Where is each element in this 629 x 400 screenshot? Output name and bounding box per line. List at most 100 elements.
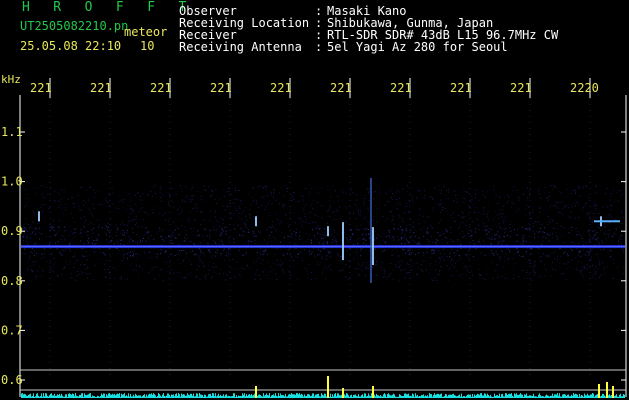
noise-dot [450, 226, 452, 228]
level-bar [236, 395, 237, 398]
noise-dot [22, 240, 24, 242]
noise-dot [84, 264, 86, 266]
level-bar [387, 394, 388, 398]
noise-dot [92, 232, 94, 234]
noise-dot [64, 226, 66, 228]
noise-dot [250, 240, 252, 242]
noise-dot [46, 260, 48, 262]
noise-dot [433, 250, 435, 252]
noise-dot [409, 270, 411, 272]
noise-dot [119, 277, 121, 279]
noise-dot [295, 231, 297, 233]
noise-dot [549, 221, 551, 223]
level-bar [363, 396, 364, 398]
noise-dot [420, 264, 422, 266]
noise-dot [560, 192, 562, 194]
noise-dot [598, 242, 600, 244]
noise-dot [526, 228, 528, 230]
noise-dot [477, 211, 479, 213]
level-bar [357, 396, 358, 398]
level-bar [355, 394, 356, 398]
level-bar [564, 394, 565, 398]
level-bar [229, 396, 230, 398]
noise-dot [70, 273, 72, 275]
noise-dot [497, 202, 499, 204]
noise-dot [327, 241, 329, 243]
noise-dot [503, 240, 505, 242]
noise-dot [368, 199, 370, 201]
level-bar [616, 394, 617, 398]
noise-dot [356, 228, 358, 230]
noise-dot [393, 236, 395, 238]
noise-dot [308, 222, 310, 224]
level-bar [157, 396, 158, 398]
noise-dot [99, 251, 101, 253]
noise-dot [156, 233, 158, 235]
noise-dot [505, 215, 507, 217]
noise-dot [120, 223, 122, 225]
noise-dot [505, 248, 507, 250]
noise-dot [159, 227, 161, 229]
noise-dot [357, 272, 359, 274]
noise-dot [517, 228, 519, 230]
level-bar [483, 395, 484, 398]
noise-dot [193, 242, 195, 244]
noise-dot [239, 205, 241, 207]
noise-dot [447, 191, 449, 193]
noise-dot [555, 187, 557, 189]
noise-dot [249, 267, 251, 269]
noise-dot [32, 252, 34, 254]
noise-dot [227, 251, 229, 253]
noise-dot [264, 208, 266, 210]
level-bar [292, 394, 293, 398]
noise-dot [590, 256, 592, 258]
noise-dot [499, 237, 501, 239]
noise-dot [336, 211, 338, 213]
level-bar [457, 396, 458, 398]
noise-dot [54, 235, 56, 237]
noise-dot [203, 185, 205, 187]
level-bar [190, 393, 191, 398]
level-bar [527, 395, 528, 398]
noise-dot [345, 220, 347, 222]
noise-dot [116, 235, 118, 237]
level-bar [365, 393, 366, 398]
noise-dot [51, 228, 53, 230]
level-bar [211, 396, 212, 398]
level-bar [415, 393, 416, 398]
noise-dot [108, 194, 110, 196]
level-bar [94, 396, 95, 398]
level-bar [169, 394, 170, 398]
level-bar [135, 393, 136, 398]
noise-dot [342, 191, 344, 193]
noise-dot [195, 253, 197, 255]
noise-dot [174, 229, 176, 231]
noise-dot [233, 241, 235, 243]
noise-dot [462, 273, 464, 275]
noise-dot [73, 206, 75, 208]
level-bar [33, 393, 34, 398]
noise-dot [483, 195, 485, 197]
noise-dot [265, 185, 267, 187]
noise-dot [239, 208, 241, 210]
noise-dot [356, 194, 358, 196]
level-bar [272, 394, 273, 398]
noise-dot [97, 235, 99, 237]
noise-dot [365, 239, 367, 241]
carrier-trace [21, 245, 625, 249]
noise-dot [607, 234, 609, 236]
noise-dot [613, 263, 615, 265]
noise-dot [167, 220, 169, 222]
noise-dot [324, 235, 326, 237]
noise-dot [117, 253, 119, 255]
noise-dot [289, 197, 291, 199]
noise-dot [182, 260, 184, 262]
noise-dot [360, 224, 362, 226]
noise-dot [556, 259, 558, 261]
noise-dot [426, 239, 428, 241]
noise-dot [69, 241, 71, 243]
noise-dot [562, 209, 564, 211]
noise-dot [304, 213, 306, 215]
noise-field [22, 185, 625, 281]
level-bar [454, 395, 455, 398]
